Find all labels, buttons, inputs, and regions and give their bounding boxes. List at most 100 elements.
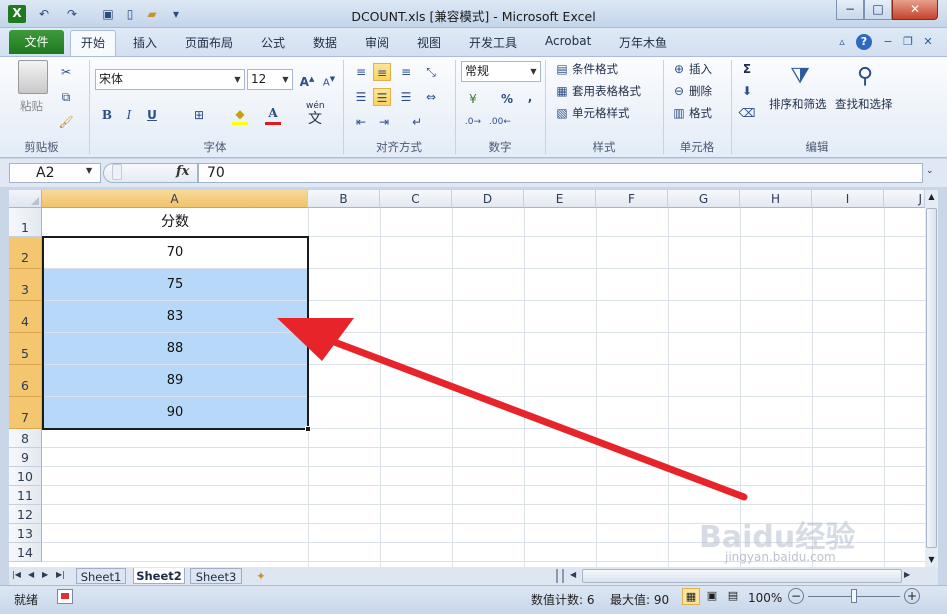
- insert-cells-button[interactable]: 插入: [689, 59, 712, 79]
- tab-wannianmuyu[interactable]: 万年木鱼: [619, 34, 667, 52]
- align-center-icon[interactable]: ☰: [373, 88, 391, 106]
- align-top-icon[interactable]: ≡: [352, 63, 370, 81]
- formula-input[interactable]: 70: [198, 163, 923, 183]
- fill-icon[interactable]: ⬇: [738, 82, 756, 100]
- zoom-out-button[interactable]: −: [788, 588, 804, 604]
- insert-sheet-icon[interactable]: ✦: [250, 568, 272, 584]
- comma-button[interactable]: ,: [521, 88, 539, 106]
- chevron-down-icon[interactable]: ▼: [86, 166, 92, 175]
- merge-center-icon[interactable]: ⇔: [422, 88, 440, 106]
- zoom-slider-handle[interactable]: [851, 589, 857, 603]
- font-color-button[interactable]: A: [264, 104, 282, 122]
- customize-icon[interactable]: ▾: [168, 6, 184, 22]
- autosum-button[interactable]: Σ: [738, 60, 756, 78]
- doc-restore-icon[interactable]: ❐: [900, 34, 916, 50]
- decrease-indent-icon[interactable]: ⇤: [352, 113, 370, 131]
- expand-formula-icon[interactable]: ⌄: [926, 166, 934, 176]
- increase-decimal-icon[interactable]: .0→: [464, 113, 482, 131]
- tab-file[interactable]: 文件: [9, 30, 64, 54]
- minimize-ribbon-icon[interactable]: ▵: [834, 34, 850, 50]
- conditional-format-button[interactable]: 条件格式: [572, 59, 618, 79]
- percent-button[interactable]: %: [498, 90, 516, 108]
- tab-view[interactable]: 视图: [417, 34, 441, 52]
- tab-page-layout[interactable]: 页面布局: [185, 34, 233, 52]
- tab-insert[interactable]: 插入: [133, 34, 157, 52]
- worksheet-grid[interactable]: A B C D E F G H I J 1 2 3 4 5 6 7 8 9 10…: [9, 190, 925, 567]
- find-select-button[interactable]: 查找和选择: [835, 94, 893, 114]
- orientation-icon[interactable]: ⤡: [422, 63, 440, 81]
- tab-split-handle[interactable]: [556, 569, 564, 583]
- tab-formulas[interactable]: 公式: [261, 34, 285, 52]
- scroll-down-icon[interactable]: ▼: [926, 554, 937, 565]
- redo-icon[interactable]: ↷: [64, 6, 80, 22]
- number-format-select[interactable]: 常规 ▼: [461, 61, 541, 82]
- cell-styles-button[interactable]: 单元格样式: [572, 103, 630, 123]
- vertical-scrollbar[interactable]: ▲ ▼: [925, 190, 938, 567]
- minimize-button[interactable]: −: [836, 0, 864, 20]
- vertical-scroll-thumb[interactable]: [926, 208, 937, 548]
- delete-cells-button[interactable]: 删除: [689, 81, 712, 101]
- prev-sheet-icon[interactable]: ◀: [28, 570, 34, 579]
- align-right-icon[interactable]: ☰: [397, 88, 415, 106]
- tab-acrobat[interactable]: Acrobat: [545, 34, 591, 52]
- cell-styles-icon[interactable]: ▧: [553, 104, 571, 122]
- formula-bar-resize-handle[interactable]: [112, 164, 122, 180]
- first-sheet-icon[interactable]: |◀: [12, 570, 21, 579]
- paste-button[interactable]: 粘贴: [20, 96, 43, 116]
- format-cells-icon[interactable]: ▥: [670, 104, 688, 122]
- doc-close-icon[interactable]: ✕: [920, 34, 936, 50]
- wrap-text-icon[interactable]: ↵: [408, 113, 426, 131]
- find-select-icon[interactable]: ⚲: [850, 62, 880, 92]
- insert-cells-icon[interactable]: ⊕: [670, 60, 688, 78]
- tab-developer[interactable]: 开发工具: [469, 34, 517, 52]
- decrease-decimal-icon[interactable]: .00←: [489, 113, 511, 131]
- format-table-icon[interactable]: ▦: [553, 82, 571, 100]
- page-break-view-icon[interactable]: ▤: [724, 588, 742, 605]
- sort-filter-icon[interactable]: ⧩: [785, 62, 815, 92]
- page-layout-view-icon[interactable]: ▣: [703, 588, 721, 605]
- grow-font-icon[interactable]: A▲: [298, 70, 316, 89]
- scroll-right-icon[interactable]: ▶: [904, 570, 910, 579]
- open-folder-icon[interactable]: ▰: [144, 6, 160, 22]
- phonetic-button[interactable]: 文: [308, 108, 322, 128]
- align-middle-icon[interactable]: ≡: [373, 63, 391, 81]
- undo-icon[interactable]: ↶: [36, 6, 52, 22]
- format-cells-button[interactable]: 格式: [689, 103, 712, 123]
- fill-color-icon[interactable]: ◆: [231, 105, 249, 123]
- borders-icon[interactable]: ⊞: [190, 106, 208, 124]
- new-file-icon[interactable]: ▯: [122, 6, 138, 22]
- currency-icon[interactable]: ¥: [464, 90, 482, 108]
- sheet-tab-sheet2[interactable]: Sheet2: [133, 568, 185, 584]
- clear-icon[interactable]: ⌫: [738, 104, 756, 122]
- scroll-up-icon[interactable]: ▲: [926, 191, 937, 202]
- horizontal-scroll-thumb[interactable]: [582, 569, 902, 583]
- cut-icon[interactable]: ✂: [57, 63, 75, 81]
- bold-button[interactable]: B: [98, 106, 116, 124]
- sheet-tab-sheet1[interactable]: Sheet1: [76, 568, 126, 584]
- next-sheet-icon[interactable]: ▶: [42, 570, 48, 579]
- format-painter-icon[interactable]: 🖌: [57, 113, 75, 131]
- italic-button[interactable]: I: [120, 106, 138, 124]
- insert-function-button[interactable]: fx: [176, 164, 189, 179]
- font-size-select[interactable]: 12 ▼: [247, 69, 293, 90]
- last-sheet-icon[interactable]: ▶|: [56, 570, 65, 579]
- tab-review[interactable]: 审阅: [365, 34, 389, 52]
- align-bottom-icon[interactable]: ≡: [397, 63, 415, 81]
- sort-filter-button[interactable]: 排序和筛选: [769, 94, 827, 114]
- zoom-in-button[interactable]: +: [904, 588, 920, 604]
- copy-icon[interactable]: ⧉: [57, 88, 75, 106]
- tab-data[interactable]: 数据: [313, 34, 337, 52]
- delete-cells-icon[interactable]: ⊖: [670, 82, 688, 100]
- format-table-button[interactable]: 套用表格格式: [572, 81, 641, 101]
- doc-minimize-icon[interactable]: −: [880, 34, 896, 50]
- macro-record-icon[interactable]: [57, 589, 73, 604]
- conditional-format-icon[interactable]: ▤: [553, 60, 571, 78]
- align-left-icon[interactable]: ☰: [352, 88, 370, 106]
- save-icon[interactable]: ▣: [100, 6, 116, 22]
- zoom-level[interactable]: 100%: [748, 591, 782, 605]
- font-name-select[interactable]: 宋体 ▼: [95, 69, 245, 90]
- excel-logo-icon[interactable]: X: [8, 5, 26, 23]
- increase-indent-icon[interactable]: ⇥: [375, 113, 393, 131]
- sheet-tab-sheet3[interactable]: Sheet3: [190, 568, 242, 584]
- close-button[interactable]: ✕: [892, 0, 938, 20]
